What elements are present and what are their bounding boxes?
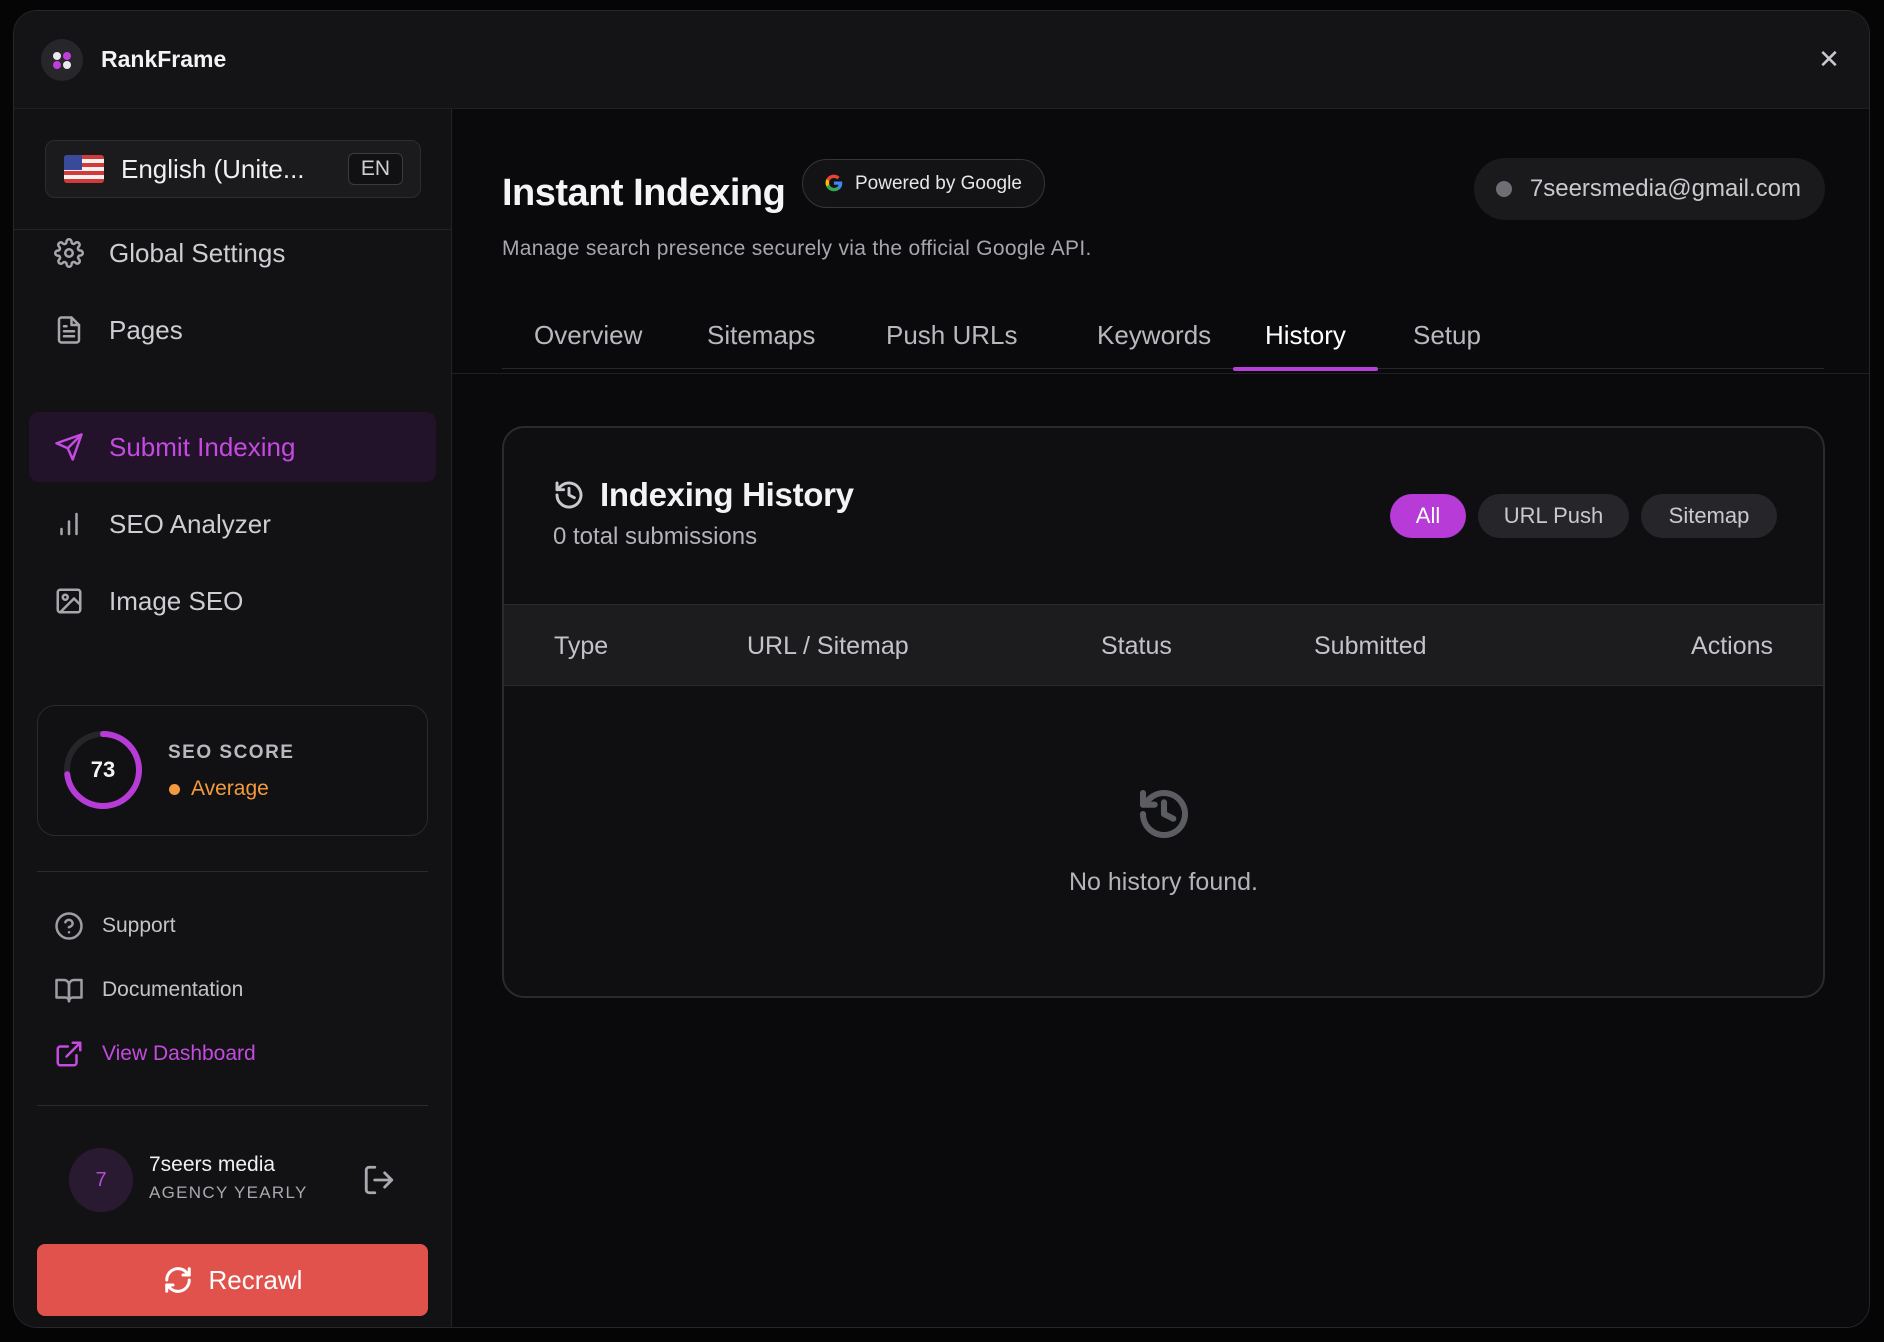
app-modal: RankFrame ✕ English (Unite... EN Global … bbox=[13, 10, 1870, 1328]
page-title: Instant Indexing bbox=[502, 172, 786, 214]
document-icon bbox=[57, 316, 81, 344]
sidebar-item-image-seo[interactable]: Image SEO bbox=[29, 566, 436, 636]
bar-chart-icon bbox=[60, 512, 78, 536]
tab-history[interactable]: History bbox=[1233, 299, 1378, 371]
powered-by-google-badge: Powered by Google bbox=[802, 159, 1045, 208]
history-icon bbox=[553, 479, 585, 511]
column-submitted: Submitted bbox=[1314, 632, 1427, 660]
send-icon bbox=[55, 433, 83, 461]
seo-score-title: SEO SCORE bbox=[168, 742, 295, 763]
column-actions: Actions bbox=[1691, 632, 1773, 660]
sidebar-item-label: Image SEO bbox=[109, 585, 244, 616]
rankframe-logo-icon bbox=[41, 38, 83, 81]
gear-icon bbox=[54, 238, 84, 268]
language-code: EN bbox=[347, 153, 403, 185]
tab-setup[interactable]: Setup bbox=[1381, 299, 1513, 369]
external-link-icon bbox=[56, 1041, 82, 1067]
sidebar-item-seo-analyzer[interactable]: SEO Analyzer bbox=[29, 489, 436, 559]
tab-sitemaps[interactable]: Sitemaps bbox=[675, 299, 847, 369]
divider bbox=[452, 373, 1869, 374]
google-icon bbox=[825, 174, 843, 192]
refresh-icon bbox=[164, 1267, 191, 1293]
avatar: 7 bbox=[69, 1148, 133, 1212]
user-name: 7seers media bbox=[149, 1153, 276, 1176]
divider bbox=[37, 1105, 428, 1106]
status-dot bbox=[169, 784, 180, 795]
sidebar-item-label: Pages bbox=[109, 314, 183, 345]
column-url-sitemap: URL / Sitemap bbox=[747, 632, 909, 660]
sidebar: English (Unite... EN Global Settings Pag… bbox=[14, 109, 452, 1327]
sidebar-item-submit-indexing[interactable]: Submit Indexing bbox=[29, 412, 436, 482]
support-link[interactable]: Support bbox=[54, 906, 176, 946]
table-header: Type URL / Sitemap Status Submitted Acti… bbox=[504, 604, 1823, 686]
column-type: Type bbox=[554, 632, 609, 660]
logout-button[interactable] bbox=[362, 1163, 396, 1197]
recrawl-label: Recrawl bbox=[208, 1264, 303, 1295]
sidebar-item-global-settings[interactable]: Global Settings bbox=[29, 218, 436, 288]
us-flag-icon bbox=[64, 155, 104, 183]
account-email: 7seersmedia@gmail.com bbox=[1529, 175, 1801, 202]
filter-all[interactable]: All bbox=[1390, 494, 1466, 538]
empty-state-text: No history found. bbox=[1069, 868, 1258, 896]
language-label: English (Unite... bbox=[121, 153, 305, 184]
seo-score-value: 73 bbox=[90, 757, 116, 782]
image-icon bbox=[56, 588, 82, 614]
titlebar: RankFrame ✕ bbox=[14, 11, 1869, 109]
sidebar-item-label: Global Settings bbox=[109, 237, 286, 268]
language-selector[interactable]: English (Unite... EN bbox=[45, 140, 421, 198]
divider bbox=[37, 871, 428, 872]
indexing-history-card: Indexing History 0 total submissions All… bbox=[502, 426, 1825, 998]
app-title: RankFrame bbox=[101, 46, 227, 72]
seo-score-label: Average bbox=[191, 777, 269, 800]
tab-overview[interactable]: Overview bbox=[502, 299, 674, 369]
close-button[interactable]: ✕ bbox=[1815, 45, 1843, 73]
card-title: Indexing History bbox=[600, 476, 854, 513]
account-chip[interactable]: 7seersmedia@gmail.com bbox=[1473, 158, 1825, 220]
logout-icon bbox=[364, 1165, 394, 1195]
filter-url-push[interactable]: URL Push bbox=[1478, 494, 1629, 538]
filter-sitemap[interactable]: Sitemap bbox=[1641, 494, 1777, 538]
recrawl-button[interactable]: Recrawl bbox=[37, 1244, 428, 1316]
book-icon bbox=[55, 978, 83, 1003]
link-label: Support bbox=[102, 914, 176, 937]
column-status: Status bbox=[1101, 632, 1172, 660]
history-icon bbox=[1136, 786, 1192, 842]
status-dot bbox=[1495, 181, 1512, 197]
tab-keywords[interactable]: Keywords bbox=[1065, 299, 1243, 369]
sidebar-item-label: Submit Indexing bbox=[109, 431, 296, 462]
link-label: View Dashboard bbox=[102, 1042, 256, 1065]
user-plan: AGENCY YEARLY bbox=[149, 1183, 308, 1202]
link-label: Documentation bbox=[102, 978, 244, 1001]
page-subtitle: Manage search presence securely via the … bbox=[502, 237, 1092, 260]
seo-score-card: 73 SEO SCORE Average bbox=[37, 705, 428, 836]
view-dashboard-link[interactable]: View Dashboard bbox=[54, 1034, 256, 1074]
submission-count: 0 total submissions bbox=[553, 523, 758, 550]
tab-bar: Overview Sitemaps Push URLs Keywords His… bbox=[502, 299, 1824, 371]
tab-push-urls[interactable]: Push URLs bbox=[854, 299, 1050, 369]
main-content: Instant Indexing Powered by Google Manag… bbox=[452, 109, 1869, 1327]
documentation-link[interactable]: Documentation bbox=[54, 970, 243, 1010]
help-circle-icon bbox=[55, 912, 83, 940]
sidebar-item-pages[interactable]: Pages bbox=[29, 295, 436, 365]
badge-label: Powered by Google bbox=[855, 173, 1022, 194]
sidebar-item-label: SEO Analyzer bbox=[109, 508, 271, 539]
